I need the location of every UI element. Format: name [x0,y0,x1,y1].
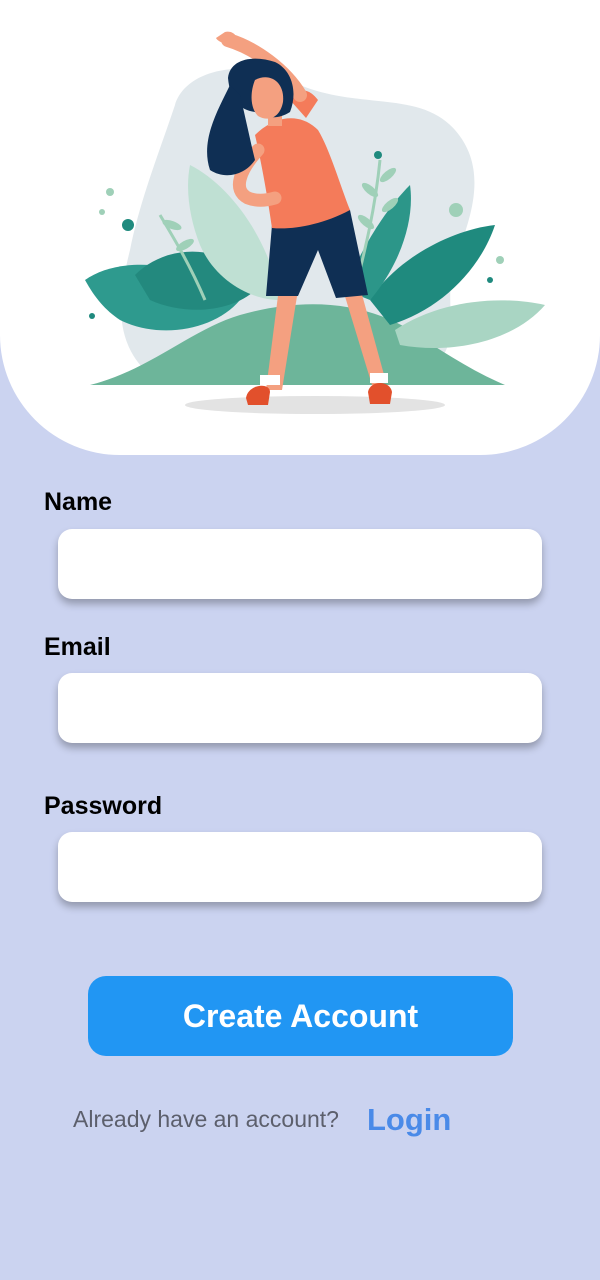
name-field[interactable] [58,529,542,599]
password-label: Password [44,792,163,820]
create-account-button[interactable]: Create Account [88,976,513,1056]
email-label: Email [44,633,111,661]
password-field[interactable] [58,832,542,902]
name-label: Name [44,488,113,516]
email-field[interactable] [58,673,542,743]
login-link[interactable]: Login [367,1102,451,1138]
woman-stretching-illustration [85,31,545,414]
login-prompt-text: Already have an account? [73,1106,339,1132]
hero-illustration-card [0,0,600,455]
